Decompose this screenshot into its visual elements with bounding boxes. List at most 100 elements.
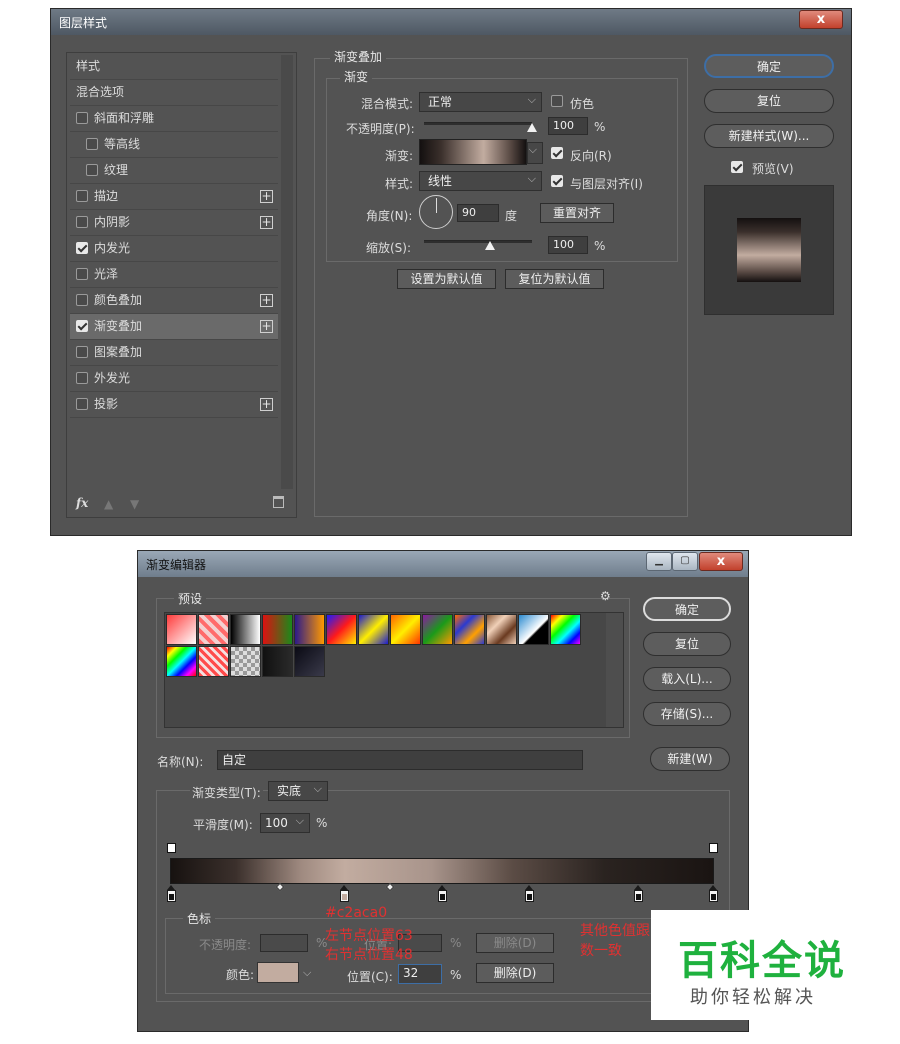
scale-input[interactable]: 100	[548, 236, 588, 254]
style-item-checkbox[interactable]	[86, 164, 98, 176]
color-stop[interactable]	[525, 885, 534, 902]
name-input[interactable]: 自定	[217, 750, 583, 770]
add-instance-icon[interactable]: +	[260, 216, 273, 229]
preset-swatch[interactable]	[166, 646, 197, 677]
ge-new-button[interactable]: 新建(W)	[650, 747, 730, 771]
style-item-checkbox[interactable]	[76, 216, 88, 228]
ok-button[interactable]: 确定	[704, 54, 834, 78]
stop-position-input[interactable]: 32	[398, 964, 442, 984]
smooth-select[interactable]: 100	[260, 812, 310, 833]
fx-icon[interactable]: fx	[76, 496, 88, 510]
opacity-stop-right[interactable]	[709, 843, 718, 853]
style-item[interactable]: 内阴影 +	[70, 210, 278, 236]
dither-checkbox[interactable]	[551, 95, 563, 107]
opacity-stop-left[interactable]	[167, 843, 176, 853]
style-item[interactable]: 斜面和浮雕	[70, 106, 278, 132]
style-item-checkbox[interactable]	[76, 294, 88, 306]
preset-swatch[interactable]	[262, 646, 293, 677]
type-select[interactable]: 实底	[268, 780, 328, 801]
preset-swatch[interactable]	[550, 614, 581, 645]
preset-swatch[interactable]	[294, 614, 325, 645]
settings-gear-icon[interactable]: ⚙	[600, 589, 611, 603]
style-item[interactable]: 颜色叠加 +	[70, 288, 278, 314]
preset-swatch[interactable]	[230, 614, 261, 645]
chevron-down-icon[interactable]: ⌵	[303, 966, 311, 980]
color-stop[interactable]	[438, 885, 447, 902]
style-item[interactable]: 图案叠加	[70, 340, 278, 366]
reset-default-button[interactable]: 复位为默认值	[505, 269, 604, 289]
make-default-button[interactable]: 设置为默认值	[397, 269, 496, 289]
move-up-icon[interactable]: ▲	[104, 497, 113, 511]
style-item-checkbox[interactable]	[76, 242, 88, 254]
opacity-slider-thumb[interactable]	[527, 123, 537, 132]
style-item-checkbox[interactable]	[76, 346, 88, 358]
preview-checkbox[interactable]	[731, 161, 743, 173]
angle-input[interactable]: 90	[457, 204, 499, 222]
style-item[interactable]: 描边 +	[70, 184, 278, 210]
style-item-checkbox[interactable]	[76, 112, 88, 124]
ge-ok-button[interactable]: 确定	[643, 597, 731, 621]
style-item-checkbox[interactable]	[76, 398, 88, 410]
ge-save-button[interactable]: 存储(S)...	[643, 702, 731, 726]
color-stop[interactable]	[709, 885, 718, 902]
styles-scrollbar[interactable]	[281, 55, 293, 489]
blend-mode-select[interactable]: 正常	[419, 91, 542, 112]
preset-swatch[interactable]	[294, 646, 325, 677]
preset-swatch[interactable]	[262, 614, 293, 645]
preset-swatch[interactable]	[390, 614, 421, 645]
style-item[interactable]: 光泽	[70, 262, 278, 288]
scale-slider-thumb[interactable]	[485, 241, 495, 250]
move-down-icon[interactable]: ▼	[130, 497, 139, 511]
trash-icon[interactable]	[273, 496, 284, 508]
reset-align-button[interactable]: 重置对齐	[540, 203, 614, 223]
preset-swatch[interactable]	[198, 614, 229, 645]
gradient-preview-swatch[interactable]	[419, 139, 527, 165]
style-item-checkbox[interactable]	[76, 268, 88, 280]
style-item-checkbox[interactable]	[76, 320, 88, 332]
style-select[interactable]: 线性	[419, 170, 542, 191]
new-style-button[interactable]: 新建样式(W)...	[704, 124, 834, 148]
style-item[interactable]: 纹理	[70, 158, 278, 184]
stop-delete-button[interactable]: 删除(D)	[476, 963, 554, 983]
opacity-input[interactable]: 100	[548, 117, 588, 135]
style-item[interactable]: 投影 +	[70, 392, 278, 418]
add-instance-icon[interactable]: +	[260, 320, 273, 333]
minimize-icon[interactable]: ▁	[646, 552, 672, 571]
preset-swatch[interactable]	[422, 614, 453, 645]
color-stop[interactable]	[340, 885, 349, 902]
reset-button[interactable]: 复位	[704, 89, 834, 113]
preset-swatch[interactable]	[486, 614, 517, 645]
presets-scrollbar[interactable]	[606, 613, 623, 727]
blend-options-item[interactable]: 混合选项	[70, 80, 278, 106]
ge-load-button[interactable]: 载入(L)...	[643, 667, 731, 691]
style-item[interactable]: 外发光	[70, 366, 278, 392]
ge-reset-button[interactable]: 复位	[643, 632, 731, 656]
style-item[interactable]: 等高线	[70, 132, 278, 158]
color-stop[interactable]	[167, 885, 176, 902]
style-item-checkbox[interactable]	[76, 372, 88, 384]
close-icon[interactable]: x	[699, 552, 743, 571]
opacity-slider[interactable]	[424, 122, 532, 125]
style-item-checkbox[interactable]	[76, 190, 88, 202]
preset-swatch[interactable]	[454, 614, 485, 645]
preset-swatch[interactable]	[166, 614, 197, 645]
gradient-dropdown[interactable]	[527, 141, 543, 164]
add-instance-icon[interactable]: +	[260, 398, 273, 411]
align-checkbox[interactable]	[551, 175, 563, 187]
gradient-bar[interactable]	[170, 858, 714, 884]
preset-swatch[interactable]	[198, 646, 229, 677]
close-icon[interactable]: x	[799, 10, 843, 29]
preset-swatch[interactable]	[230, 646, 261, 677]
reverse-checkbox[interactable]	[551, 147, 563, 159]
maximize-icon[interactable]: ▢	[672, 552, 698, 571]
style-item-checkbox[interactable]	[86, 138, 98, 150]
add-instance-icon[interactable]: +	[260, 190, 273, 203]
preset-swatch[interactable]	[326, 614, 357, 645]
preset-swatch[interactable]	[358, 614, 389, 645]
style-item[interactable]: 内发光	[70, 236, 278, 262]
preset-swatch[interactable]	[518, 614, 549, 645]
stop-color-swatch[interactable]	[257, 962, 299, 983]
style-item[interactable]: 渐变叠加 +	[70, 314, 278, 340]
styles-header[interactable]: 样式	[70, 54, 278, 80]
scale-slider[interactable]	[424, 240, 532, 243]
